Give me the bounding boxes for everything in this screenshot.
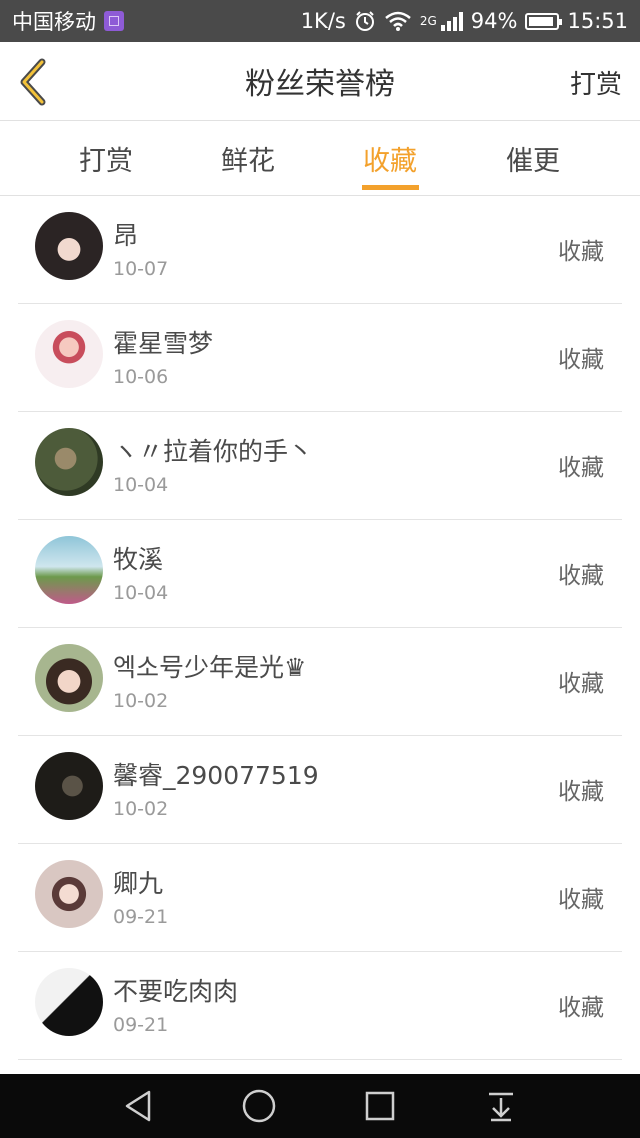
fan-action: 收藏: [558, 455, 604, 481]
avatar: [35, 212, 103, 280]
divider: [18, 1059, 622, 1060]
fan-action: 收藏: [558, 563, 604, 589]
list-item[interactable]: 卿九 09-21 收藏: [0, 844, 640, 952]
fan-name: 엑소号少年是光♛: [113, 653, 307, 682]
list-item[interactable]: 昂 10-07 收藏: [0, 196, 640, 304]
back-triangle-icon[interactable]: [121, 1088, 157, 1124]
fan-name: 昂: [113, 221, 139, 250]
fan-date: 09-21: [113, 906, 169, 928]
avatar: [35, 428, 103, 496]
recents-square-icon[interactable]: [362, 1088, 398, 1124]
fan-action: 收藏: [558, 239, 604, 265]
fan-name: 牧溪: [113, 545, 164, 574]
app-header: 粉丝荣誉榜 打赏: [0, 42, 640, 121]
active-tab-indicator: [362, 185, 419, 190]
fan-action: 收藏: [558, 887, 604, 913]
tab-bar: 打赏 鲜花 收藏 催更: [0, 121, 640, 196]
system-nav-bar: [0, 1074, 640, 1138]
fan-date: 09-21: [113, 1014, 169, 1036]
tab-urge-update[interactable]: 催更: [483, 139, 583, 178]
list-item[interactable]: 霍星雪梦 10-06 收藏: [0, 304, 640, 412]
avatar: [35, 968, 103, 1036]
fan-action: 收藏: [558, 671, 604, 697]
fan-date: 10-02: [113, 690, 169, 712]
avatar: [35, 752, 103, 820]
list-item[interactable]: 牧溪 10-04 收藏: [0, 520, 640, 628]
avatar: [35, 860, 103, 928]
fan-action: 收藏: [558, 995, 604, 1021]
fan-name: 霍星雪梦: [113, 329, 214, 358]
carrier-label: 中国移动: [12, 10, 96, 34]
fan-action: 收藏: [558, 347, 604, 373]
sim-icon: [104, 11, 124, 31]
list-item[interactable]: 不要吃肉肉 09-21 收藏: [0, 952, 640, 1060]
fan-date: 10-04: [113, 474, 169, 496]
fan-name: 不要吃肉肉: [113, 977, 239, 1006]
fan-action: 收藏: [558, 779, 604, 805]
battery-icon: [525, 12, 563, 30]
tab-flowers[interactable]: 鲜花: [198, 139, 298, 178]
fan-list: 昂 10-07 收藏 霍星雪梦 10-06 收藏 ヽ〃拉着你的手丶 10-04 …: [0, 196, 640, 1060]
signal-icon: [440, 11, 463, 31]
fan-date: 10-02: [113, 798, 169, 820]
reward-button[interactable]: 打赏: [570, 64, 622, 101]
notification-pull-icon[interactable]: [483, 1088, 519, 1124]
home-circle-icon[interactable]: [241, 1088, 277, 1124]
chevron-left-icon[interactable]: [14, 58, 54, 106]
battery-percent: 94%: [470, 9, 518, 33]
network-speed: 1K/s: [300, 9, 346, 33]
alarm-icon: [355, 11, 374, 31]
fan-name: 馨睿_290077519: [113, 761, 319, 790]
avatar: [35, 644, 103, 712]
list-item[interactable]: 馨睿_290077519 10-02 收藏: [0, 736, 640, 844]
wifi-icon: [385, 11, 411, 31]
fan-date: 10-04: [113, 582, 169, 604]
clock: 15:51: [567, 9, 628, 33]
network-type: 2G: [419, 14, 437, 28]
list-item[interactable]: 엑소号少年是光♛ 10-02 收藏: [0, 628, 640, 736]
tab-reward[interactable]: 打赏: [56, 139, 156, 178]
avatar: [35, 536, 103, 604]
status-bar: 中国移动 1K/s 2G 94% 15:51: [0, 0, 640, 42]
list-item[interactable]: ヽ〃拉着你的手丶 10-04 收藏: [0, 412, 640, 520]
tab-favorites[interactable]: 收藏: [340, 139, 440, 178]
fan-name: ヽ〃拉着你的手丶: [113, 437, 314, 466]
fan-date: 10-06: [113, 366, 169, 388]
fan-date: 10-07: [113, 258, 169, 280]
fan-name: 卿九: [113, 869, 164, 898]
page-title: 粉丝荣誉榜: [245, 67, 395, 102]
avatar: [35, 320, 103, 388]
